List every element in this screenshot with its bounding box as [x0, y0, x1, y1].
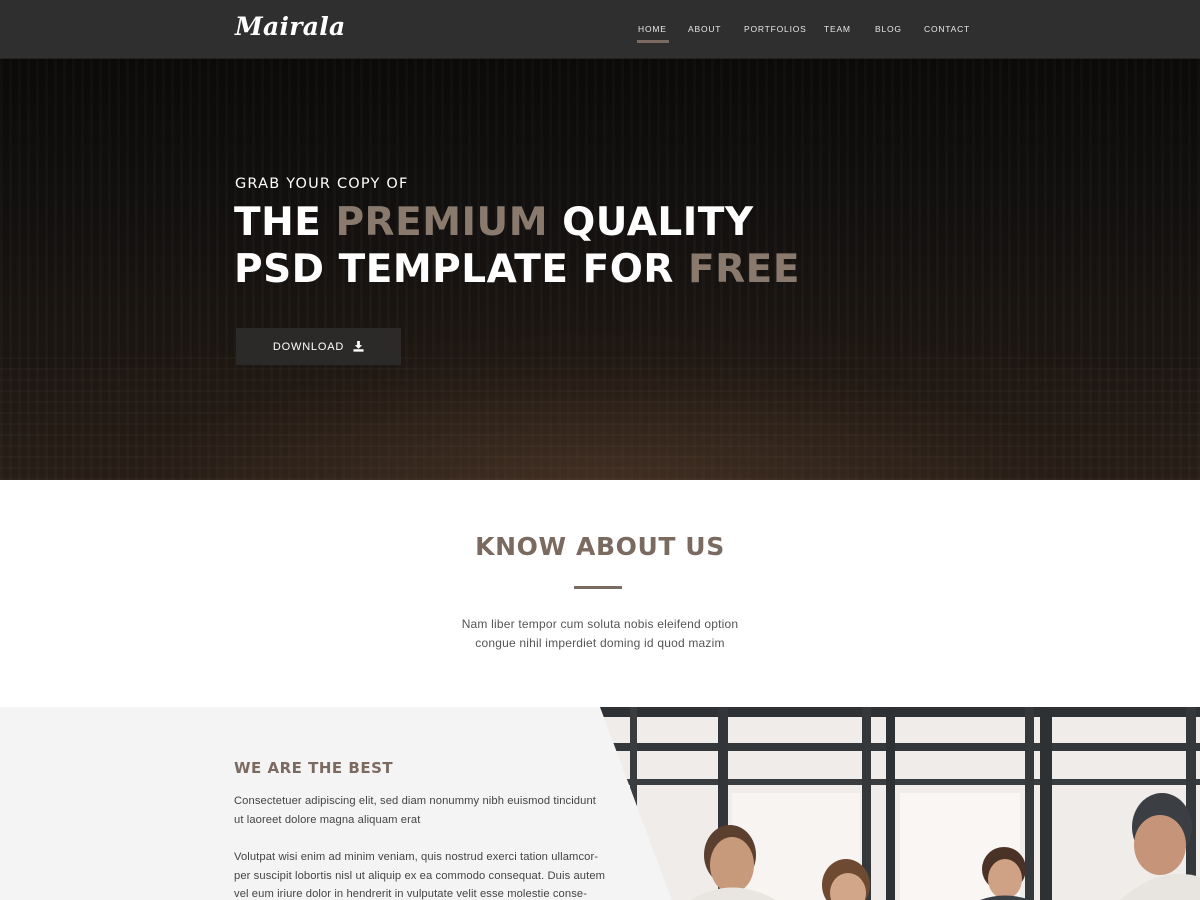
team-photo-illustration: [600, 707, 1200, 900]
best-text-line: vel eum iriure dolor in hendrerit in vul…: [234, 888, 588, 900]
about-text-line: congue nihil imperdiet doming id quod ma…: [475, 636, 725, 650]
nav-item-team[interactable]: TEAM: [824, 24, 851, 34]
about-divider: [574, 586, 622, 589]
best-section-title: WE ARE THE BEST: [234, 759, 394, 777]
nav-item-blog[interactable]: BLOG: [875, 24, 902, 34]
nav-item-home[interactable]: HOME: [637, 24, 669, 43]
about-intro-text: Nam liber tempor cum soluta nobis eleife…: [380, 615, 820, 653]
nav-item-contact[interactable]: CONTACT: [924, 24, 970, 34]
main-nav: HOME ABOUT PORTFOLIOS TEAM BLOG CONTACT: [0, 24, 1200, 46]
hero-title-accent: FREE: [688, 247, 800, 292]
nav-item-portfolios[interactable]: PORTFOLIOS: [744, 24, 807, 34]
best-text-line: per suscipit lobortis nisl ut aliquip ex…: [234, 869, 606, 882]
best-paragraph-2: Volutpat wisi enim ad minim veniam, quis…: [234, 848, 614, 900]
about-section-title: KNOW ABOUT US: [475, 532, 725, 561]
hero-background-floor: [0, 350, 1200, 480]
about-text-line: Nam liber tempor cum soluta nobis eleife…: [461, 617, 739, 631]
hero-kicker: GRAB YOUR COPY OF: [235, 176, 409, 192]
download-button[interactable]: DOWNLOAD: [236, 328, 401, 365]
hero-title-accent: PREMIUM: [335, 200, 549, 245]
best-text-line: ut laoreet dolore magna aliquam erat: [234, 813, 421, 826]
hero-title-part: QUALITY: [548, 200, 754, 245]
best-section: WE ARE THE BEST Consectetuer adipiscing …: [0, 707, 1200, 900]
hero-section: GRAB YOUR COPY OF THE PREMIUM QUALITY PS…: [0, 59, 1200, 480]
nav-item-about[interactable]: ABOUT: [688, 24, 721, 34]
download-button-label: DOWNLOAD: [272, 340, 345, 353]
download-icon: [353, 341, 364, 352]
best-paragraph-1: Consectetuer adipiscing elit, sed diam n…: [234, 792, 614, 829]
hero-title-part: PSD TEMPLATE FOR: [234, 247, 688, 292]
best-text-line: Consectetuer adipiscing elit, sed diam n…: [234, 795, 596, 807]
hero-title: THE PREMIUM QUALITY PSD TEMPLATE FOR FRE…: [234, 199, 800, 293]
best-text-line: Volutpat wisi enim ad minim veniam, quis…: [234, 851, 599, 863]
top-navbar: Mairala HOME ABOUT PORTFOLIOS TEAM BLOG …: [0, 0, 1200, 59]
hero-title-part: THE: [234, 200, 336, 245]
team-photo: [600, 707, 1200, 900]
